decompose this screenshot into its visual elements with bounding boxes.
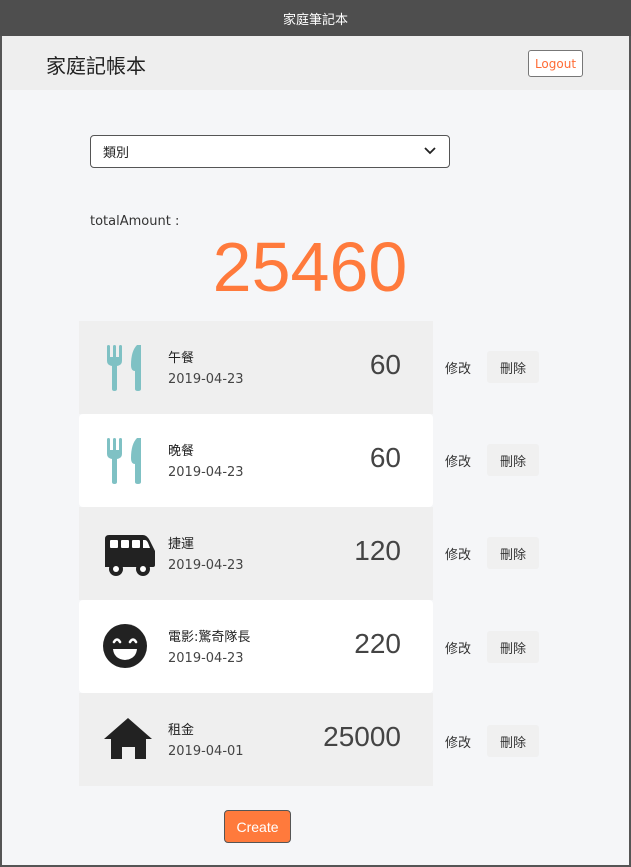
record-date: 2019-04-01 bbox=[168, 744, 244, 759]
chevron-down-icon bbox=[424, 147, 436, 155]
record-date: 2019-04-23 bbox=[168, 465, 244, 480]
category-select-value: 類別 bbox=[103, 146, 130, 161]
record-amount: 25000 bbox=[323, 721, 401, 752]
record-name: 午餐 bbox=[168, 351, 195, 366]
record-amount: 60 bbox=[369, 349, 401, 380]
edit-button[interactable]: 修改 bbox=[437, 725, 479, 757]
record-name: 晚餐 bbox=[168, 444, 195, 459]
record-name: 租金 bbox=[168, 723, 195, 738]
delete-button[interactable]: 刪除 bbox=[487, 444, 539, 476]
record-row: 晚餐 2019-04-23 60 bbox=[79, 414, 433, 507]
navbar: 家庭記帳本 Logout bbox=[2, 36, 629, 90]
delete-button[interactable]: 刪除 bbox=[487, 725, 539, 757]
record-amount: 120 bbox=[354, 535, 401, 566]
create-button[interactable]: Create bbox=[224, 810, 291, 843]
record-name: 捷運 bbox=[168, 537, 195, 552]
edit-button[interactable]: 修改 bbox=[437, 444, 479, 476]
total-amount-value: 25460 bbox=[212, 228, 408, 306]
record-date: 2019-04-23 bbox=[168, 651, 244, 666]
category-select[interactable]: 類別 bbox=[90, 135, 450, 168]
record-date: 2019-04-23 bbox=[168, 372, 244, 387]
edit-button[interactable]: 修改 bbox=[437, 537, 479, 569]
record-row: 電影:驚奇隊長 2019-04-23 220 bbox=[79, 600, 433, 693]
record-date: 2019-04-23 bbox=[168, 558, 244, 573]
fork-knife-icon bbox=[107, 438, 141, 484]
delete-button[interactable]: 刪除 bbox=[487, 351, 539, 383]
edit-button[interactable]: 修改 bbox=[437, 351, 479, 383]
edit-button[interactable]: 修改 bbox=[437, 631, 479, 663]
delete-button[interactable]: 刪除 bbox=[487, 537, 539, 569]
bus-icon bbox=[105, 535, 155, 576]
record-list: 午餐 2019-04-23 60 晚餐 2019-04-23 60 捷運 201… bbox=[79, 321, 433, 786]
record-row: 捷運 2019-04-23 120 bbox=[79, 507, 433, 600]
window-title: 家庭筆記本 bbox=[282, 12, 348, 28]
smile-icon bbox=[103, 624, 147, 668]
fork-knife-icon bbox=[107, 345, 141, 391]
delete-button[interactable]: 刪除 bbox=[487, 631, 539, 663]
record-row: 租金 2019-04-01 25000 bbox=[79, 693, 433, 786]
record-amount: 220 bbox=[354, 628, 401, 659]
home-icon bbox=[104, 718, 152, 759]
record-name: 電影:驚奇隊長 bbox=[168, 630, 251, 645]
record-row: 午餐 2019-04-23 60 bbox=[79, 321, 433, 414]
record-amount: 60 bbox=[369, 442, 401, 473]
brand-title: 家庭記帳本 bbox=[46, 54, 146, 78]
logout-button[interactable]: Logout bbox=[528, 50, 583, 77]
window-titlebar: 家庭筆記本 bbox=[0, 0, 631, 36]
